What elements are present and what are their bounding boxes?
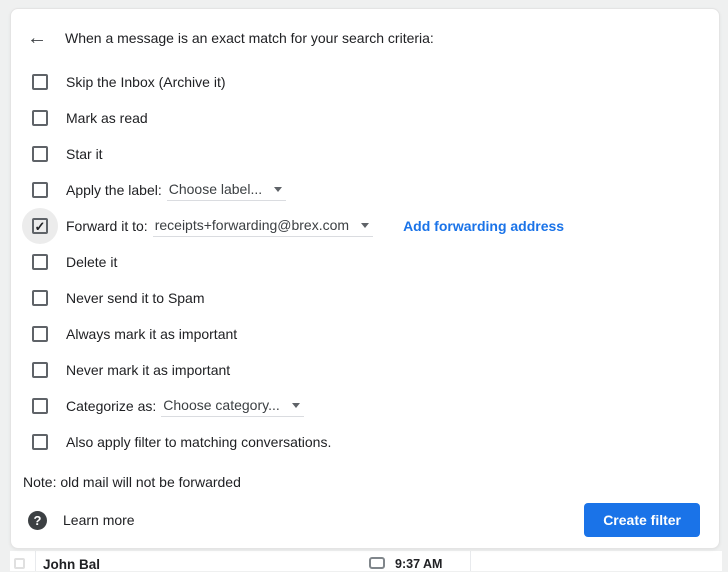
option-label: Delete it: [66, 254, 118, 270]
row-mark-as-read: Mark as read: [11, 100, 719, 136]
checkbox-mark-as-read[interactable]: [32, 110, 48, 126]
row-apply-label: Apply the label: Choose label...: [11, 172, 719, 208]
row-select-checkbox-icon: [14, 558, 25, 569]
add-forwarding-address-link[interactable]: Add forwarding address: [403, 218, 564, 234]
row-star-it: Star it: [11, 136, 719, 172]
checkbox-box: [32, 434, 48, 450]
checkbox-skip-inbox[interactable]: [32, 74, 48, 90]
row-never-important: Never mark it as important: [11, 352, 719, 388]
column-divider: [470, 551, 471, 571]
filter-options-list: Skip the Inbox (Archive it) Mark as read…: [11, 64, 719, 460]
dropdown-caret-icon: [361, 222, 370, 228]
checkbox-always-important[interactable]: [32, 326, 48, 342]
checkbox-box: [32, 398, 48, 414]
dropdown-value: Choose category...: [163, 397, 280, 413]
row-apply-matching: Also apply filter to matching conversati…: [11, 424, 719, 460]
option-label: Never mark it as important: [66, 362, 231, 378]
checkbox-box: [32, 254, 48, 270]
dropdown-caret-icon: [291, 402, 300, 408]
option-label: Categorize as:: [66, 398, 157, 414]
learn-more-link[interactable]: Learn more: [63, 512, 135, 528]
dialog-header: ← When a message is an exact match for y…: [11, 9, 719, 56]
row-skip-inbox: Skip the Inbox (Archive it): [11, 64, 719, 100]
checkbox-categorize[interactable]: [32, 398, 48, 414]
dropdown-caret-icon: [274, 186, 283, 192]
checkbox-star-it[interactable]: [32, 146, 48, 162]
option-label: Forward it to:: [66, 218, 148, 234]
row-forward-it: ✓ Forward it to: receipts+forwarding@bre…: [11, 208, 719, 244]
choose-category-dropdown[interactable]: Choose category...: [161, 397, 304, 417]
create-filter-button[interactable]: Create filter: [584, 503, 700, 537]
checkbox-box: [32, 146, 48, 162]
checkbox-never-important[interactable]: [32, 362, 48, 378]
option-label: Mark as read: [66, 110, 148, 126]
checkmark-icon: ✓: [32, 218, 48, 234]
option-label: Always mark it as important: [66, 326, 238, 342]
checkbox-never-spam[interactable]: [32, 290, 48, 306]
choose-label-dropdown[interactable]: Choose label...: [166, 181, 287, 201]
column-divider: [35, 551, 36, 571]
checkbox-delete-it[interactable]: [32, 254, 48, 270]
option-label: Also apply filter to matching conversati…: [66, 434, 332, 450]
row-never-spam: Never send it to Spam: [11, 280, 719, 316]
dropdown-value: receipts+forwarding@brex.com: [154, 217, 350, 233]
email-sender: John Bal: [43, 557, 101, 572]
checkbox-box: [32, 110, 48, 126]
option-label: Star it: [66, 146, 103, 162]
checkbox-box: [32, 326, 48, 342]
row-delete-it: Delete it: [11, 244, 719, 280]
attachment-icon: [369, 557, 385, 569]
dropdown-value: Choose label...: [168, 181, 263, 197]
dialog-footer: ? Learn more Create filter: [11, 503, 719, 537]
row-always-important: Always mark it as important: [11, 316, 719, 352]
option-label: Skip the Inbox (Archive it): [66, 74, 226, 90]
option-label: Apply the label:: [66, 182, 162, 198]
checkbox-apply-label[interactable]: [32, 182, 48, 198]
dialog-title: When a message is an exact match for you…: [65, 30, 434, 46]
forward-address-dropdown[interactable]: receipts+forwarding@brex.com: [152, 217, 374, 237]
email-time: 9:37 AM: [395, 557, 443, 571]
row-categorize: Categorize as: Choose category...: [11, 388, 719, 424]
background-inbox-row: John Bal 9:37 AM: [10, 551, 722, 572]
forwarding-note: Note: old mail will not be forwarded: [23, 474, 241, 490]
checkbox-forward-it[interactable]: ✓: [22, 208, 58, 244]
checkbox-box: [32, 290, 48, 306]
help-icon[interactable]: ?: [28, 510, 47, 530]
back-arrow-icon[interactable]: ←: [25, 26, 49, 50]
checkbox-box: [32, 182, 48, 198]
checkbox-box: [32, 362, 48, 378]
checkbox-apply-matching[interactable]: [32, 434, 48, 450]
create-filter-dialog: ← When a message is an exact match for y…: [10, 8, 720, 549]
option-label: Never send it to Spam: [66, 290, 205, 306]
checkbox-box: [32, 74, 48, 90]
